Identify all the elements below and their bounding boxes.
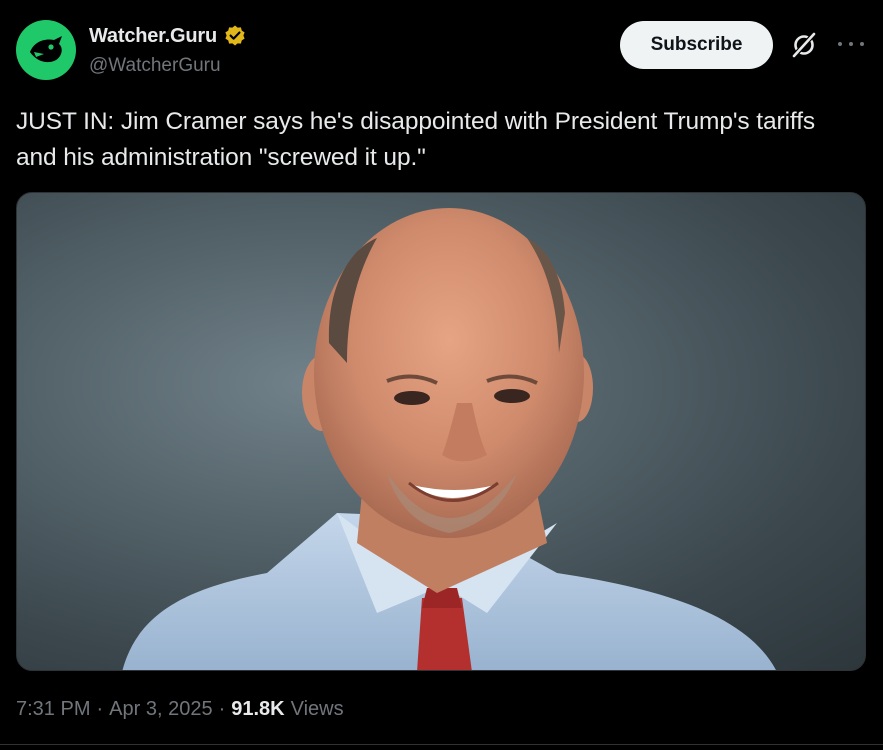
watcher-guru-logo-icon [30,36,62,63]
display-name-row: Watcher.Guru [89,24,247,48]
tweet-photo[interactable] [16,192,866,671]
grok-icon[interactable] [789,30,819,60]
more-dot [838,42,842,46]
more-icon[interactable] [838,33,864,55]
divider [0,744,883,745]
views-label: Views [290,698,344,720]
tweet-text: JUST IN: Jim Cramer says he's disappoint… [16,108,816,171]
tweet-date[interactable]: Apr 3, 2025 [109,698,212,721]
more-dot [849,42,853,46]
verified-badge-icon[interactable] [223,24,247,48]
subscribe-button[interactable]: Subscribe [620,21,773,69]
meta-separator: · [96,698,104,720]
author-handle[interactable]: @WatcherGuru [89,55,221,77]
more-dot [860,42,864,46]
display-name[interactable]: Watcher.Guru [89,25,217,48]
tweet-card: Watcher.Guru @WatcherGuru Subscribe JUST… [0,0,883,750]
portrait-illustration [122,208,776,670]
tweet-meta: 7:31 PM · Apr 3, 2025 · 91.8K Views [16,698,344,721]
meta-separator: · [218,698,226,720]
avatar[interactable] [16,20,76,80]
views-count: 91.8K [231,698,285,720]
tweet-time[interactable]: 7:31 PM [16,698,90,721]
